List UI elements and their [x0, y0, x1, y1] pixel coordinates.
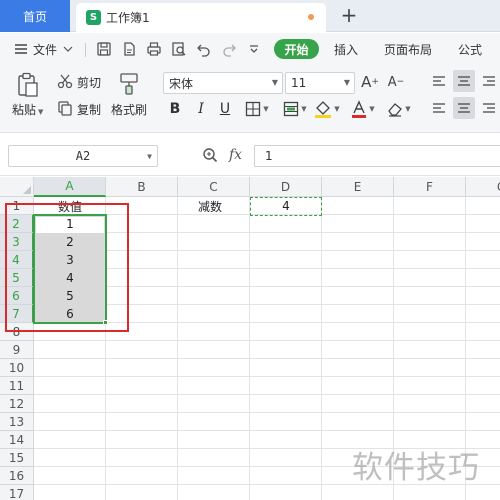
- chevron-down-icon: ▼: [271, 78, 278, 87]
- print-preview-icon[interactable]: [170, 40, 188, 58]
- column-header-e[interactable]: E: [322, 177, 394, 197]
- menu-divider: [85, 43, 86, 57]
- row-header-17[interactable]: 17: [0, 485, 34, 500]
- scissors-icon[interactable]: [57, 73, 73, 89]
- tab-workbook-title: 工作簿1: [106, 11, 150, 25]
- align-top-right-icon[interactable]: [478, 70, 500, 92]
- chevron-down-icon: ▼: [147, 152, 152, 161]
- row-header-16[interactable]: 16: [0, 467, 34, 485]
- tab-home-label: 首页: [22, 9, 47, 24]
- undo-icon[interactable]: [195, 40, 213, 58]
- row-header-10[interactable]: 10: [0, 359, 34, 377]
- select-all-corner[interactable]: [0, 177, 34, 197]
- format-painter-icon[interactable]: [118, 72, 140, 96]
- print-icon[interactable]: [145, 40, 163, 58]
- row-header-11[interactable]: 11: [0, 377, 34, 395]
- tab-home[interactable]: 首页: [0, 0, 70, 32]
- formula-input[interactable]: 1: [254, 145, 500, 167]
- italic-icon[interactable]: I: [192, 99, 210, 119]
- name-box-value: A2: [75, 149, 91, 163]
- tab-page-layout[interactable]: 页面布局: [384, 40, 432, 58]
- annotation-highlight-box: [5, 203, 129, 332]
- font-size-value: 11: [291, 76, 307, 90]
- align-top-left-icon[interactable]: [428, 70, 450, 92]
- copy-button[interactable]: 复制: [77, 101, 101, 118]
- chevron-down-icon: [63, 46, 73, 52]
- file-menu[interactable]: 文件: [14, 40, 73, 58]
- clear-format-icon[interactable]: ▼: [385, 99, 413, 119]
- copy-marquee: [250, 197, 322, 216]
- export-pdf-icon[interactable]: [120, 40, 138, 58]
- chevron-down-icon: ▼: [343, 78, 350, 87]
- cut-button[interactable]: 剪切: [77, 74, 101, 91]
- tab-workbook[interactable]: S 工作簿1: [76, 3, 326, 32]
- name-box[interactable]: A2 ▼: [8, 145, 158, 167]
- row-header-9[interactable]: 9: [0, 341, 34, 359]
- format-painter-button[interactable]: 格式刷: [111, 101, 147, 118]
- align-right-icon[interactable]: [478, 97, 500, 119]
- tab-formula[interactable]: 公式: [458, 40, 482, 58]
- insert-function-button[interactable]: fx: [229, 147, 242, 163]
- align-left-icon[interactable]: [428, 97, 450, 119]
- fill-color-icon[interactable]: ▼: [313, 99, 341, 119]
- column-header-b[interactable]: B: [106, 177, 178, 197]
- font-color-icon[interactable]: ▼: [349, 99, 377, 119]
- borders-icon[interactable]: ▼: [243, 99, 271, 119]
- column-header-c[interactable]: C: [178, 177, 250, 197]
- formula-input-value: 1: [265, 149, 273, 163]
- increase-font-size-icon[interactable]: A +: [360, 72, 380, 92]
- zoom-search-icon[interactable]: [202, 147, 218, 166]
- row-header-13[interactable]: 13: [0, 413, 34, 431]
- column-header-d[interactable]: D: [250, 177, 322, 197]
- underline-icon[interactable]: U: [216, 99, 234, 119]
- unsaved-dot-icon: [308, 14, 314, 20]
- tab-insert[interactable]: 插入: [334, 40, 358, 58]
- paste-button[interactable]: 粘贴 ▼: [12, 101, 43, 118]
- row-header-14[interactable]: 14: [0, 431, 34, 449]
- font-name-select[interactable]: 宋体 ▼: [163, 72, 283, 94]
- chevron-down-icon: ▼: [38, 108, 44, 116]
- row-header-12[interactable]: 12: [0, 395, 34, 413]
- save-icon[interactable]: [95, 40, 113, 58]
- font-size-select[interactable]: 11 ▼: [285, 72, 355, 94]
- tab-start[interactable]: 开始: [274, 39, 319, 59]
- bold-icon[interactable]: B: [166, 99, 184, 119]
- align-top-center-icon[interactable]: [453, 70, 475, 92]
- formula-bar: A2 ▼ fx 1: [0, 134, 500, 176]
- redo-icon[interactable]: [220, 40, 238, 58]
- align-center-icon[interactable]: [453, 97, 475, 119]
- cell-c1[interactable]: 减数: [178, 197, 250, 215]
- quick-access-dropdown-icon[interactable]: [245, 40, 263, 58]
- paste-label: 粘贴: [12, 103, 37, 117]
- row-header-15[interactable]: 15: [0, 449, 34, 467]
- file-menu-label: 文件: [33, 42, 58, 57]
- font-name-value: 宋体: [169, 76, 194, 91]
- column-header-f[interactable]: F: [394, 177, 466, 197]
- decrease-font-size-icon[interactable]: A −: [386, 72, 406, 92]
- tab-bar: 首页 S 工作簿1 +: [0, 0, 500, 32]
- menu-bar: 文件 开始 插入 页面布局 公式: [0, 33, 500, 65]
- copy-icon[interactable]: [57, 100, 73, 116]
- spreadsheet-logo-icon: S: [86, 10, 101, 25]
- hamburger-icon: [15, 44, 27, 54]
- paste-icon[interactable]: [17, 72, 39, 98]
- new-tab-button[interactable]: +: [338, 3, 360, 27]
- column-header-a[interactable]: A: [34, 177, 106, 197]
- watermark-text: 软件技巧: [352, 450, 480, 486]
- merge-cells-icon[interactable]: ▼: [281, 99, 309, 119]
- column-header-g[interactable]: G: [466, 177, 500, 197]
